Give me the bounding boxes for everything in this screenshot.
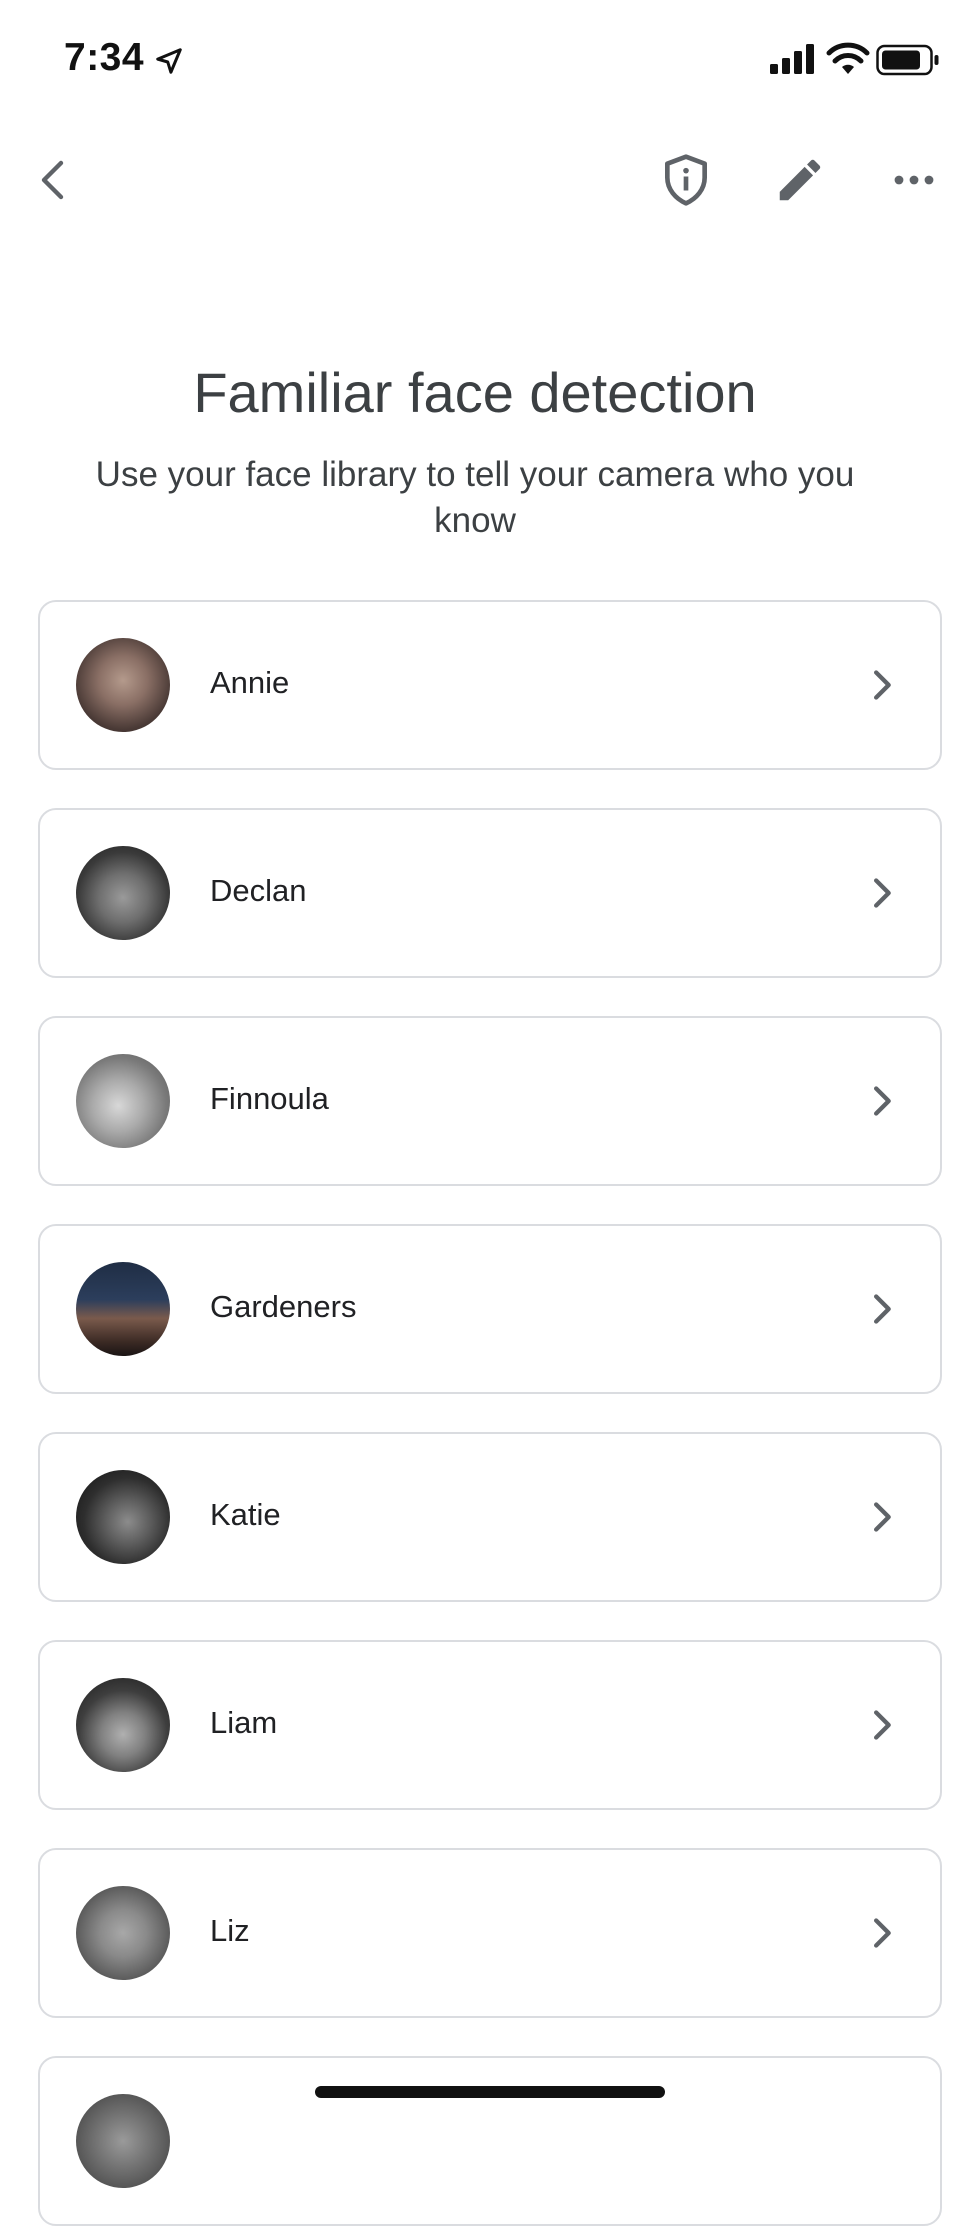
face-avatar [76, 1054, 170, 1148]
face-card-liam[interactable]: Liam [38, 1640, 942, 1810]
chevron-right-icon [874, 1086, 891, 1116]
chevron-right-icon [874, 1294, 891, 1324]
privacy-info-button[interactable] [646, 140, 726, 220]
face-name: Katie [210, 1497, 281, 1532]
page-subtitle: Use your face library to tell your camer… [95, 455, 855, 540]
face-avatar [76, 1262, 170, 1356]
chevron-right-icon [874, 670, 891, 700]
status-bar: 7:34 [0, 0, 980, 120]
home-indicator[interactable] [315, 2086, 665, 2098]
face-avatar [76, 2094, 170, 2188]
face-name: Liam [210, 1705, 278, 1740]
app-bar [0, 140, 980, 220]
chevron-right-icon [874, 1918, 891, 1948]
more-horizontal-icon [894, 175, 934, 185]
more-options-button[interactable] [874, 140, 954, 220]
face-card-gardeners[interactable]: Gardeners [38, 1224, 942, 1394]
wifi-icon [826, 42, 870, 74]
shield-info-icon [665, 154, 707, 206]
battery-icon [876, 44, 939, 76]
face-name: Finnoula [210, 1081, 329, 1116]
page-title: Familiar face detection [193, 361, 757, 424]
face-card-liz[interactable]: Liz [38, 1848, 942, 2018]
face-name: Liz [210, 1913, 250, 1948]
face-card-finnoula[interactable]: Finnoula [38, 1016, 942, 1186]
edit-button[interactable] [760, 140, 840, 220]
face-avatar [76, 846, 170, 940]
face-card-annie[interactable]: Annie [38, 600, 942, 770]
face-name: Declan [210, 873, 307, 908]
chevron-right-icon [874, 878, 891, 908]
back-button[interactable] [14, 140, 94, 220]
pencil-icon [779, 159, 821, 201]
back-arrow-icon [41, 160, 64, 200]
face-card-partial[interactable] [38, 2056, 942, 2226]
face-avatar [76, 638, 170, 732]
face-name: Annie [210, 665, 290, 700]
face-avatar [76, 1678, 170, 1772]
face-name: Gardeners [210, 1289, 357, 1324]
status-time: 7:34 [64, 36, 145, 79]
face-card-declan[interactable]: Declan [38, 808, 942, 978]
face-card-katie[interactable]: Katie [38, 1432, 942, 1602]
chevron-right-icon [874, 1710, 891, 1740]
chevron-right-icon [874, 1502, 891, 1532]
face-avatar [76, 1470, 170, 1564]
location-arrow-icon [156, 48, 182, 74]
face-avatar [76, 1886, 170, 1980]
cellular-signal-icon [770, 44, 814, 74]
